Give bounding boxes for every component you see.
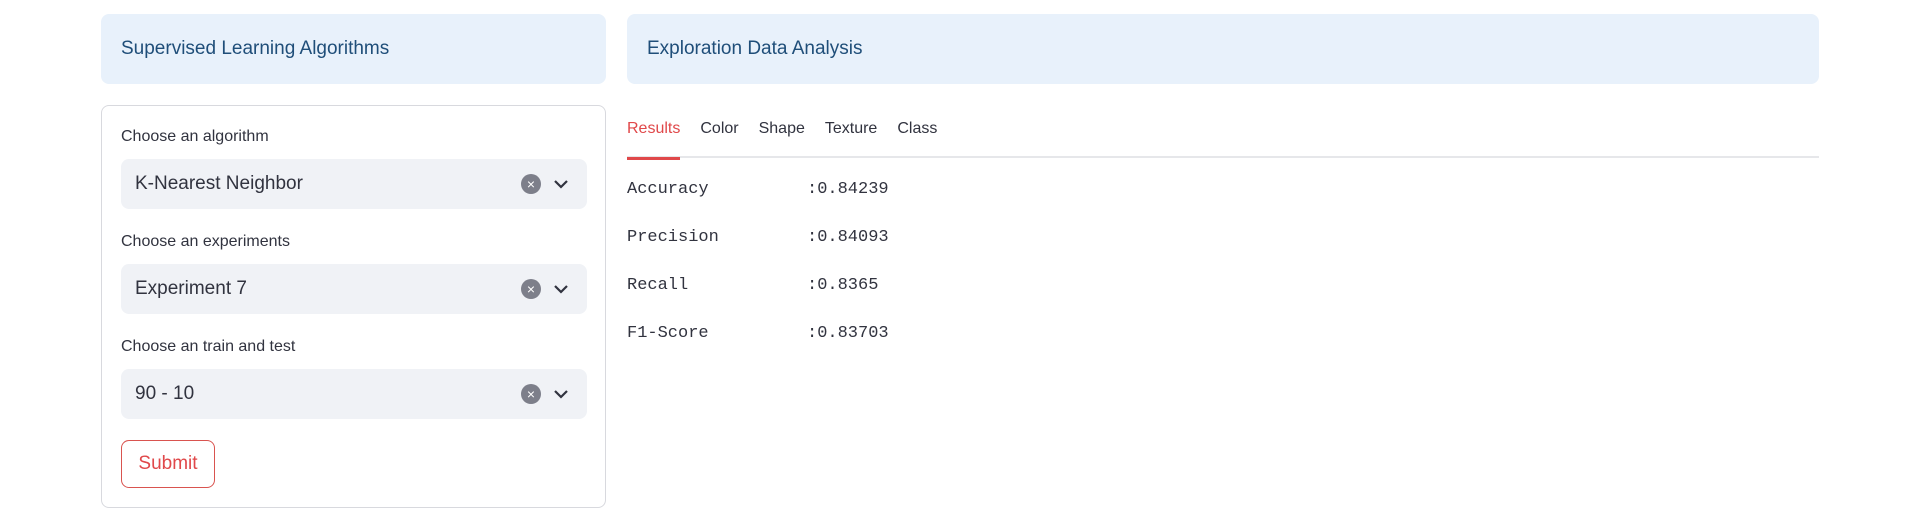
- eda-header-title: Exploration Data Analysis: [647, 38, 863, 59]
- metric-row: Precision :0.84093: [627, 226, 889, 274]
- chevron-down-icon[interactable]: [551, 279, 571, 299]
- tab-shape[interactable]: Shape: [759, 116, 805, 158]
- metric-value: :0.83703: [807, 324, 889, 343]
- metric-row: Accuracy :0.84239: [627, 178, 889, 226]
- metric-name: Recall: [627, 276, 689, 295]
- chevron-down-icon[interactable]: [551, 384, 571, 404]
- clear-icon[interactable]: ×: [521, 174, 541, 194]
- algorithm-select[interactable]: K-Nearest Neighbor ×: [121, 159, 587, 209]
- metric-name: Precision: [627, 228, 719, 247]
- algorithms-header-title: Supervised Learning Algorithms: [121, 38, 390, 59]
- metric-value: :0.8365: [807, 276, 879, 295]
- split-value: 90 - 10: [135, 383, 195, 404]
- metric-row: F1-Score :0.83703: [627, 322, 889, 370]
- results-metrics: Accuracy :0.84239 Precision :0.84093 Rec…: [627, 178, 889, 370]
- settings-form: Choose an algorithm K-Nearest Neighbor ×…: [101, 105, 606, 508]
- algorithm-label: Choose an algorithm: [121, 128, 269, 145]
- tab-results[interactable]: Results: [627, 116, 681, 160]
- clear-icon[interactable]: ×: [521, 384, 541, 404]
- submit-button[interactable]: Submit: [121, 440, 215, 488]
- metric-name: F1-Score: [627, 324, 709, 343]
- experiment-label: Choose an experiments: [121, 233, 290, 250]
- algorithms-header: Supervised Learning Algorithms: [101, 14, 606, 84]
- eda-header: Exploration Data Analysis: [627, 14, 1819, 84]
- split-select[interactable]: 90 - 10 ×: [121, 369, 587, 419]
- tab-texture[interactable]: Texture: [825, 116, 877, 158]
- experiment-select[interactable]: Experiment 7 ×: [121, 264, 587, 314]
- algorithm-value: K-Nearest Neighbor: [135, 173, 303, 194]
- tab-class[interactable]: Class: [897, 116, 937, 158]
- experiment-value: Experiment 7: [135, 278, 247, 299]
- chevron-down-icon[interactable]: [551, 174, 571, 194]
- metric-name: Accuracy: [627, 180, 709, 199]
- metric-row: Recall :0.8365: [627, 274, 889, 322]
- tab-color[interactable]: Color: [700, 116, 738, 158]
- clear-icon[interactable]: ×: [521, 279, 541, 299]
- split-label: Choose an train and test: [121, 338, 296, 355]
- metric-value: :0.84239: [807, 180, 889, 199]
- tab-bar: Results Color Shape Texture Class: [627, 116, 1819, 160]
- metric-value: :0.84093: [807, 228, 889, 247]
